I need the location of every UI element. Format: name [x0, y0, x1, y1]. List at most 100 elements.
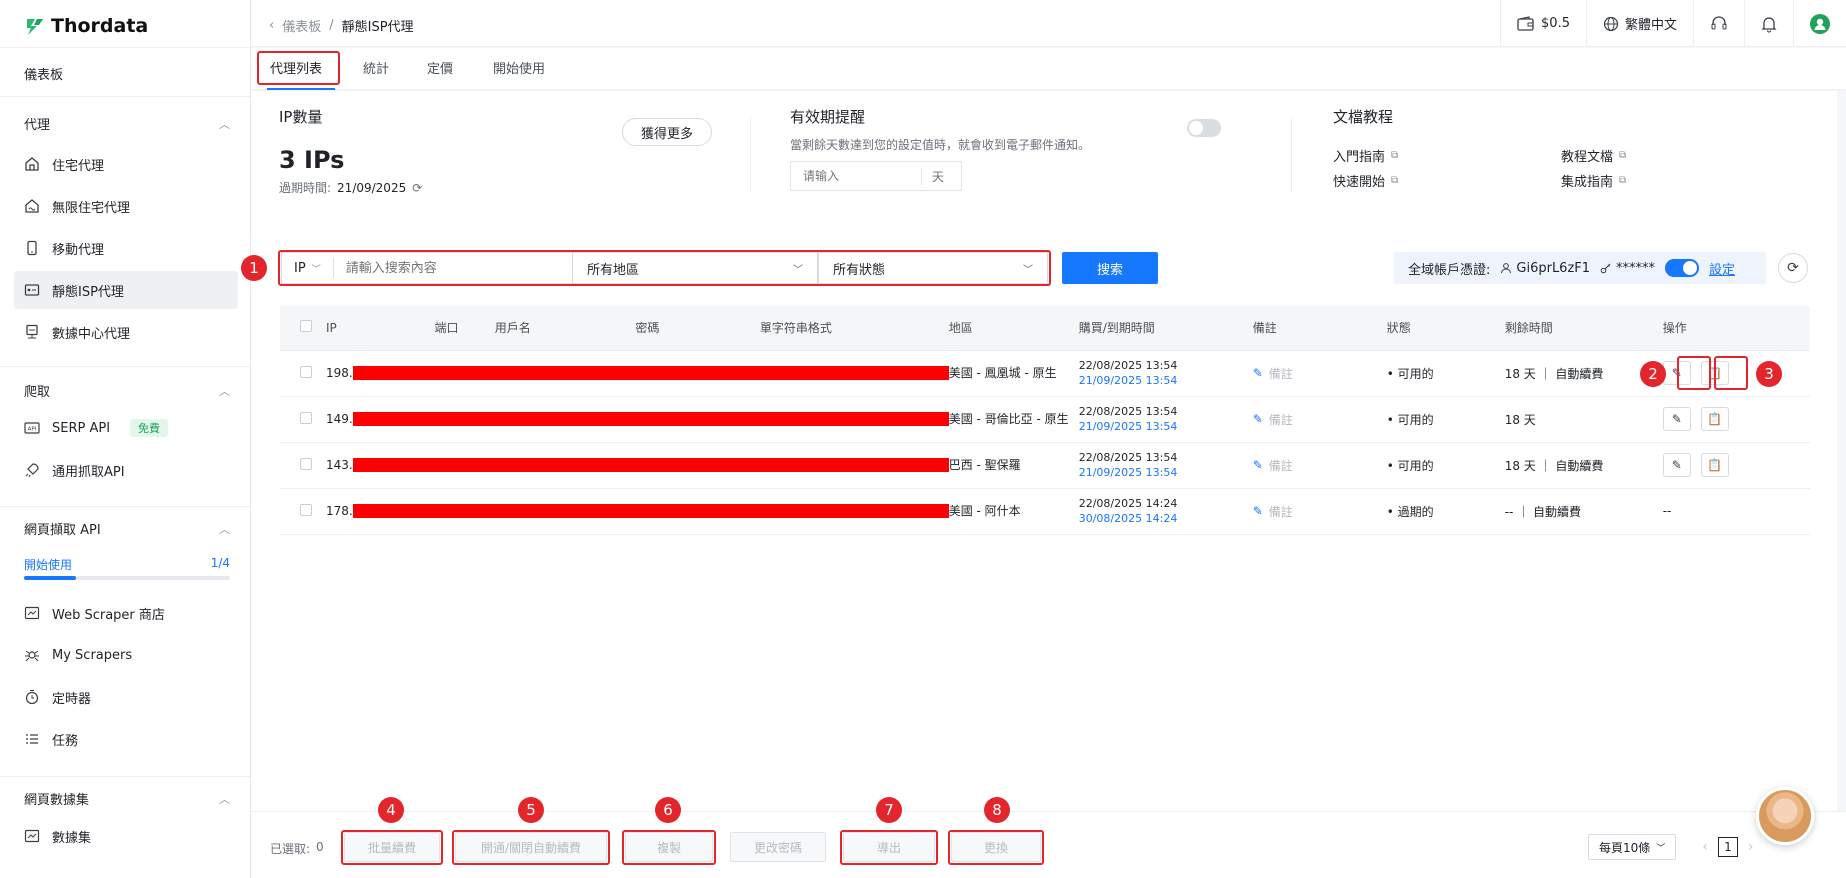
purchase-time: 22/08/2025 14:24 [1078, 497, 1178, 510]
sidebar-group-title: 網頁擷取 API [24, 523, 101, 538]
row-checkbox[interactable] [300, 457, 312, 470]
sidebar-item-dashboard[interactable]: 儀表板 [24, 64, 63, 83]
annotation-box [452, 830, 610, 865]
thordata-logo-icon [27, 19, 43, 35]
note-label: 備註 [1268, 412, 1293, 427]
row-checkbox[interactable] [300, 365, 312, 378]
credentials-username: Gi6prL6zF1 [1516, 260, 1591, 276]
sidebar-group-crawl[interactable]: 爬取 ︿ [24, 381, 230, 401]
user-avatar[interactable] [1793, 0, 1846, 47]
reminder-toggle[interactable] [1187, 119, 1221, 137]
notifications-button[interactable] [1744, 0, 1793, 47]
sidebar-item-isp[interactable]: 靜態ISP代理 [14, 271, 238, 309]
col-string-format: 單字符串格式 [759, 306, 949, 351]
sidebar-item-label: 無限住宅代理 [52, 200, 131, 216]
annotation-number: 1 [241, 255, 267, 281]
select-all-checkbox[interactable] [300, 320, 312, 333]
ip-cell: 178. [312, 488, 949, 535]
sidebar-item-residential[interactable]: 住宅代理 [14, 145, 238, 183]
back-chevron-icon[interactable]: ‹ [269, 18, 274, 33]
sidebar-group-datasets[interactable]: 網頁數據集 ︿ [24, 789, 230, 809]
tab-getting-started[interactable]: 開始使用 [493, 58, 545, 77]
chevron-up-icon: ︿ [219, 117, 230, 131]
edit-button[interactable]: ✎ [1662, 407, 1691, 431]
col-note: 備註 [1252, 306, 1387, 351]
dataset-icon [24, 828, 40, 844]
ip-cell: 198. [312, 350, 949, 397]
redaction-bar [352, 366, 949, 381]
getting-started-progress[interactable]: 開始使用 1/4 [24, 556, 230, 573]
page-number[interactable]: 1 [1717, 837, 1738, 857]
support-chat-avatar[interactable] [1756, 787, 1814, 845]
pencil-icon: ✎ [1252, 412, 1263, 426]
note-edit-link[interactable]: ✎ 備註 [1253, 365, 1387, 382]
sidebar-item-label: 數據中心代理 [52, 326, 131, 342]
sidebar-item-scraper-store[interactable]: Web Scraper 商店 [14, 594, 238, 632]
infinite-home-icon [24, 198, 40, 214]
search-button[interactable]: 搜索 [1062, 252, 1158, 284]
note-edit-link[interactable]: ✎ 備註 [1253, 457, 1387, 474]
language-selector[interactable]: 繁體中文 [1585, 0, 1693, 47]
sidebar-item-timer[interactable]: 定時器 [14, 678, 238, 716]
link-integration-guide[interactable]: 集成指南 ⧉ [1561, 171, 1626, 190]
sidebar-group-proxy[interactable]: 代理 ︿ [24, 114, 230, 134]
row-checkbox[interactable] [300, 503, 312, 516]
clipboard-button[interactable]: 📋 [1700, 407, 1729, 431]
next-page-icon[interactable]: › [1748, 839, 1754, 855]
external-link-icon: ⧉ [1391, 150, 1399, 161]
brand-logo[interactable]: Thordata [24, 14, 148, 38]
expiry-time: 21/09/2025 13:54 [1078, 466, 1178, 479]
get-more-button[interactable]: 獲得更多 [622, 118, 712, 146]
isp-icon [24, 282, 40, 298]
ip-count-value: 3 IPs [279, 146, 345, 174]
link-beginner-guide[interactable]: 入門指南 ⧉ [1333, 146, 1398, 165]
link-tutorial-docs[interactable]: 教程文檔 ⧉ [1561, 146, 1626, 165]
toggle-knob [1189, 121, 1203, 135]
status-text: 可用的 [1397, 412, 1434, 427]
divider [1291, 117, 1292, 193]
link-quick-start[interactable]: 快速開始 ⧉ [1333, 171, 1398, 190]
external-link-icon: ⧉ [1619, 150, 1627, 161]
redaction-bar [352, 458, 949, 473]
refresh-icon[interactable]: ⟳ [412, 181, 422, 195]
sidebar-group-web-scraper-api[interactable]: 網頁擷取 API ︿ [24, 519, 230, 539]
region-cell: 巴西 - 聖保羅 [948, 442, 1079, 489]
wallet-balance[interactable]: $0.5 [1500, 0, 1586, 47]
breadcrumb-dashboard[interactable]: 儀表板 [282, 16, 321, 35]
top-bar: ‹ 儀表板 / 靜態ISP代理 $0.5 繁體中文 [251, 0, 1846, 47]
sidebar-item-label: 通用抓取API [52, 464, 125, 480]
user-icon [1810, 13, 1830, 34]
tab-pricing[interactable]: 定價 [427, 58, 453, 77]
annotation-number: 6 [655, 797, 681, 823]
credentials-settings-link[interactable]: 設定 [1709, 259, 1735, 278]
sidebar-item-tasks[interactable]: 任務 [14, 720, 238, 758]
tab-statistics[interactable]: 統計 [363, 58, 389, 77]
breadcrumb: ‹ 儀表板 / 靜態ISP代理 [269, 16, 414, 35]
note-edit-link[interactable]: ✎ 備註 [1253, 411, 1387, 428]
note-edit-link[interactable]: ✎ 備註 [1253, 503, 1387, 520]
credentials-password-mask: ****** [1616, 260, 1656, 276]
edit-button[interactable]: ✎ [1662, 453, 1691, 477]
sidebar-item-dataset[interactable]: 數據集 [14, 817, 238, 855]
headset-icon [1711, 15, 1727, 29]
sidebar-item-datacenter[interactable]: 數據中心代理 [14, 313, 238, 351]
sidebar-item-mobile[interactable]: 移動代理 [14, 229, 238, 267]
sidebar-item-unlimited-residential[interactable]: 無限住宅代理 [14, 187, 238, 225]
credentials-toggle[interactable] [1665, 259, 1700, 277]
sidebar-item-serp-api[interactable]: API SERP API 免費 [14, 409, 238, 447]
external-link-icon: ⧉ [1391, 175, 1399, 186]
clipboard-button[interactable]: 📋 [1700, 453, 1729, 477]
page-size-select[interactable]: 每頁10條 ﹀ [1588, 834, 1677, 860]
row-checkbox[interactable] [300, 411, 312, 424]
sidebar-item-universal-api[interactable]: 通用抓取API [14, 451, 238, 489]
change-password-button[interactable]: 更改密碼 [730, 832, 826, 862]
reminder-unit: 天 [921, 167, 954, 185]
annotation-box [341, 830, 443, 865]
support-button[interactable] [1693, 0, 1744, 47]
language-label: 繁體中文 [1624, 18, 1677, 33]
prev-page-icon[interactable]: ‹ [1702, 839, 1708, 855]
col-port: 端口 [434, 306, 495, 351]
sidebar-item-my-scrapers[interactable]: My Scrapers [14, 636, 238, 674]
refresh-button[interactable]: ⟳ [1778, 253, 1808, 283]
reminder-days-input[interactable] [791, 169, 921, 183]
